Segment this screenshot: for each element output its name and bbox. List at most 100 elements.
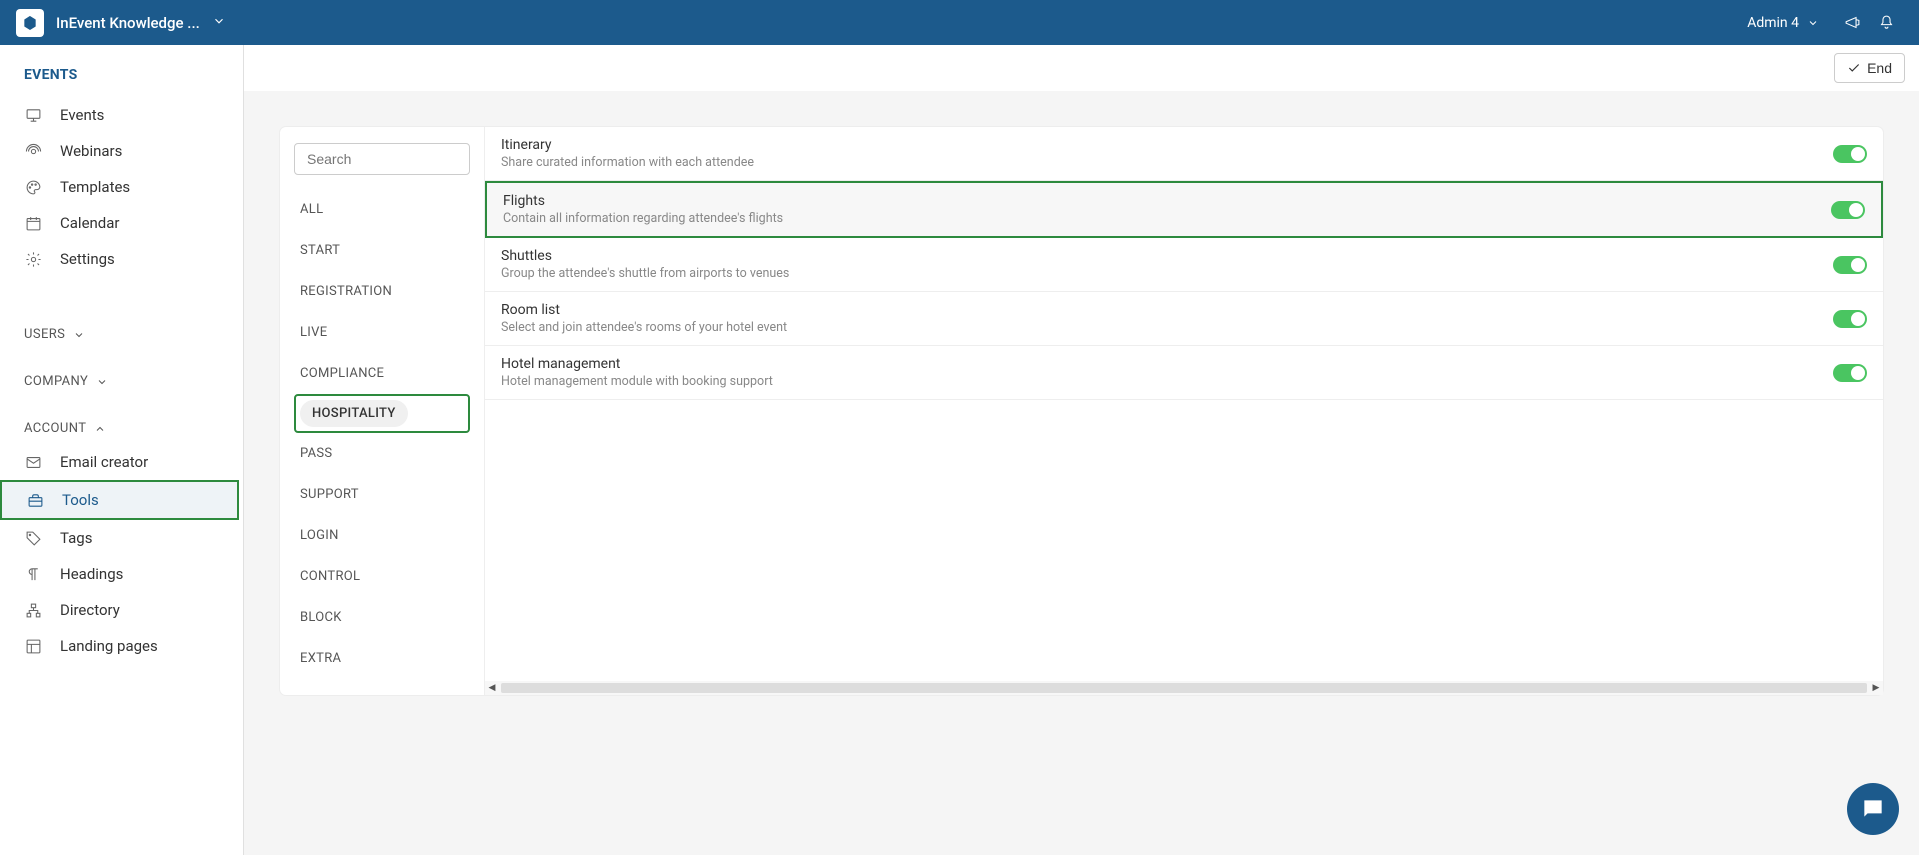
app-logo: [16, 9, 44, 37]
chevron-up-icon: [94, 423, 106, 435]
sidebar-item-settings[interactable]: Settings: [0, 241, 243, 277]
check-icon: [1847, 61, 1861, 75]
palette-icon: [24, 178, 42, 196]
setting-row-itinerary: Itinerary Share curated information with …: [485, 127, 1883, 181]
mail-icon: [24, 453, 42, 471]
end-button[interactable]: End: [1834, 53, 1905, 83]
setting-title: Flights: [503, 193, 1831, 209]
panel-nav-item-support[interactable]: SUPPORT: [294, 478, 470, 511]
gear-icon: [24, 250, 42, 268]
app-chevron-down-icon[interactable]: [212, 13, 226, 32]
sidebar-item-label: Settings: [60, 250, 115, 268]
bell-icon: [1878, 14, 1895, 31]
chevron-down-icon: [96, 376, 108, 388]
sidebar-item-tags[interactable]: Tags: [0, 520, 243, 556]
panel-nav-item-start[interactable]: START: [294, 234, 470, 267]
setting-desc: Contain all information regarding attend…: [503, 211, 1831, 226]
sidebar-group-users[interactable]: USERS: [0, 313, 243, 350]
setting-desc: Group the attendee's shuttle from airpor…: [501, 266, 1833, 281]
logo-icon: [22, 15, 38, 31]
setting-toggle[interactable]: [1831, 201, 1865, 219]
layout-icon: [24, 637, 42, 655]
setting-desc: Select and join attendee's rooms of your…: [501, 320, 1833, 335]
sidebar-item-label: Events: [60, 106, 104, 124]
sidebar-item-email-creator[interactable]: Email creator: [0, 444, 243, 480]
setting-title: Room list: [501, 302, 1833, 318]
sidebar-item-label: Email creator: [60, 453, 148, 471]
webinar-icon: [24, 142, 42, 160]
setting-toggle[interactable]: [1833, 145, 1867, 163]
end-button-label: End: [1867, 60, 1892, 76]
panel-nav-item-registration[interactable]: REGISTRATION: [294, 275, 470, 308]
sitemap-icon: [24, 601, 42, 619]
sidebar-item-label: Tools: [62, 491, 99, 509]
scroll-track[interactable]: [501, 683, 1867, 693]
panel-nav-item-control[interactable]: CONTROL: [294, 560, 470, 593]
setting-toggle[interactable]: [1833, 364, 1867, 382]
panel-nav-item-login[interactable]: LOGIN: [294, 519, 470, 552]
panel-nav-item-pass[interactable]: PASS: [294, 437, 470, 470]
sidebar-item-label: Directory: [60, 601, 120, 619]
app-title: InEvent Knowledge ...: [56, 14, 200, 32]
sidebar-item-label: Calendar: [60, 214, 120, 232]
panel-content: Itinerary Share curated information with …: [485, 127, 1883, 695]
sidebar-item-label: Headings: [60, 565, 123, 583]
topbar: InEvent Knowledge ... Admin 4: [0, 0, 1919, 45]
setting-desc: Share curated information with each atte…: [501, 155, 1833, 170]
sidebar-group-label: USERS: [24, 327, 65, 342]
sidebar-group-label: COMPANY: [24, 374, 88, 389]
sidebar-item-label: Tags: [60, 529, 92, 547]
sidebar-item-directory[interactable]: Directory: [0, 592, 243, 628]
setting-title: Itinerary: [501, 137, 1833, 153]
setting-row-room-list: Room list Select and join attendee's room…: [485, 292, 1883, 346]
sidebar-item-tools[interactable]: Tools: [0, 480, 239, 520]
sidebar-item-headings[interactable]: Headings: [0, 556, 243, 592]
search-input[interactable]: [294, 143, 470, 175]
chat-icon: [1860, 796, 1886, 822]
panel-nav-item-hospitality[interactable]: HOSPITALITY: [300, 400, 408, 427]
settings-panel: ALL START REGISTRATION LIVE COMPLIANCE HOSPIT…: [280, 127, 1883, 695]
toolbox-icon: [26, 491, 44, 509]
setting-row-shuttles: Shuttles Group the attendee's shuttle fro…: [485, 238, 1883, 292]
monitor-icon: [24, 106, 42, 124]
panel-nav-item-compliance[interactable]: COMPLIANCE: [294, 357, 470, 390]
notifications-button[interactable]: [1869, 6, 1903, 40]
scroll-left-icon[interactable]: ◀: [485, 681, 499, 695]
sidebar-header-events: EVENTS: [0, 63, 243, 97]
sidebar-group-account[interactable]: ACCOUNT: [0, 407, 243, 444]
panel-nav: ALL START REGISTRATION LIVE COMPLIANCE HOSPIT…: [280, 127, 485, 695]
chat-widget[interactable]: [1847, 783, 1899, 835]
setting-row-flights: Flights Contain all information regarding…: [485, 181, 1883, 238]
chevron-down-icon: [73, 329, 85, 341]
user-menu[interactable]: Admin 4: [1747, 15, 1819, 31]
announcements-button[interactable]: [1835, 6, 1869, 40]
tag-icon: [24, 529, 42, 547]
scroll-right-icon[interactable]: ▶: [1869, 681, 1883, 695]
horizontal-scrollbar[interactable]: ◀ ▶: [485, 681, 1883, 695]
sidebar-group-company[interactable]: COMPANY: [0, 360, 243, 397]
panel-nav-item-extra[interactable]: EXTRA: [294, 642, 470, 675]
sidebar-item-label: Landing pages: [60, 637, 158, 655]
setting-title: Shuttles: [501, 248, 1833, 264]
setting-title: Hotel management: [501, 356, 1833, 372]
sidebar-item-events[interactable]: Events: [0, 97, 243, 133]
panel-nav-item-block[interactable]: BLOCK: [294, 601, 470, 634]
panel-nav-item-all[interactable]: ALL: [294, 193, 470, 226]
sidebar-item-calendar[interactable]: Calendar: [0, 205, 243, 241]
sidebar-item-webinars[interactable]: Webinars: [0, 133, 243, 169]
chevron-down-icon: [1807, 17, 1819, 29]
sidebar: EVENTS Events Webinars Templates Calenda…: [0, 45, 244, 855]
megaphone-icon: [1844, 14, 1861, 31]
setting-desc: Hotel management module with booking sup…: [501, 374, 1833, 389]
sidebar-group-label: ACCOUNT: [24, 421, 86, 436]
calendar-icon: [24, 214, 42, 232]
sidebar-item-templates[interactable]: Templates: [0, 169, 243, 205]
setting-toggle[interactable]: [1833, 310, 1867, 328]
sidebar-item-landing-pages[interactable]: Landing pages: [0, 628, 243, 664]
user-label: Admin 4: [1747, 15, 1799, 31]
paragraph-icon: [24, 565, 42, 583]
setting-toggle[interactable]: [1833, 256, 1867, 274]
sidebar-item-label: Webinars: [60, 142, 122, 160]
panel-nav-item-live[interactable]: LIVE: [294, 316, 470, 349]
setting-row-hotel-management: Hotel management Hotel management module …: [485, 346, 1883, 400]
